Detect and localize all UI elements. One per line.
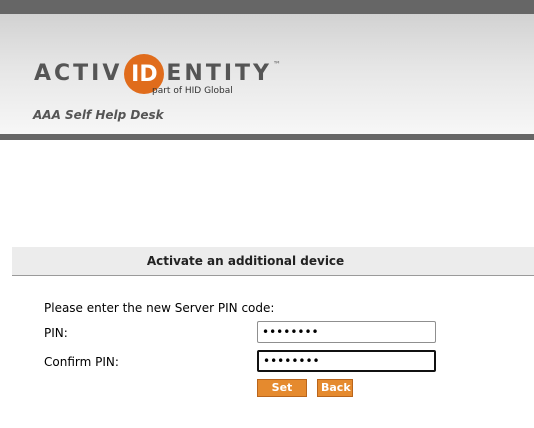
logo-suffix: ENTITY — [166, 61, 272, 86]
set-pin-button[interactable]: Set PIN — [257, 379, 307, 410]
header-bottom-bar — [0, 134, 534, 140]
section-header: Activate an additional device — [12, 247, 534, 276]
logo-prefix: ACTIV — [34, 61, 123, 86]
confirm-pin-label: Confirm PIN: — [44, 355, 119, 369]
header: ACTIV ID ENTITY ™ part of HID Global AAA… — [0, 14, 534, 134]
pin-label: PIN: — [44, 326, 68, 340]
logo-tagline: part of HID Global — [152, 86, 233, 96]
section-title: Activate an additional device — [146, 254, 345, 268]
confirm-pin-input[interactable] — [257, 350, 436, 372]
logo-trademark: ™ — [272, 60, 281, 69]
back-button[interactable]: Back — [317, 379, 353, 397]
header-top-bar — [0, 0, 534, 14]
app-title: AAA Self Help Desk — [33, 108, 164, 122]
page: ACTIV ID ENTITY ™ part of HID Global AAA… — [0, 0, 534, 428]
pin-input[interactable] — [257, 321, 436, 343]
instruction-text: Please enter the new Server PIN code: — [44, 301, 275, 315]
